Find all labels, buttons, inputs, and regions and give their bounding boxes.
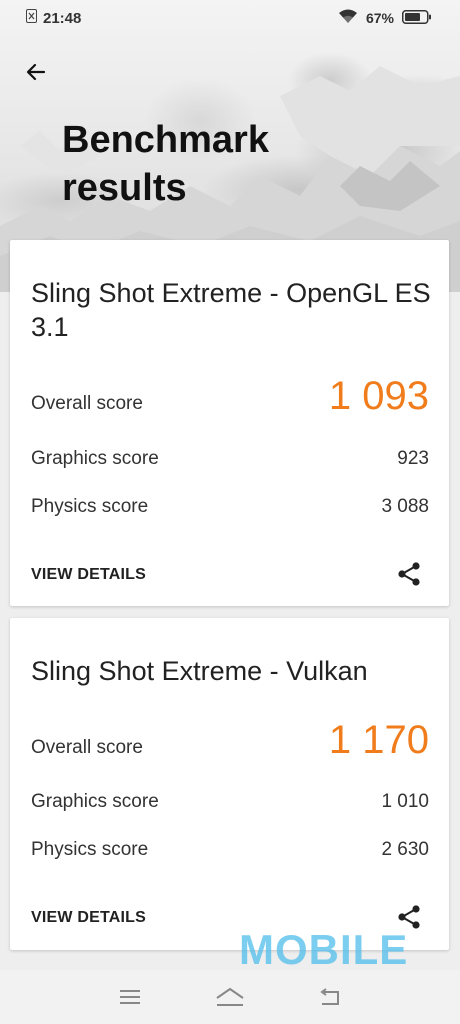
graphics-score-label: Graphics score [31,448,159,469]
graphics-score-value: 923 [397,448,429,469]
recents-icon [320,988,339,1005]
back-arrow-icon [26,63,46,81]
graphics-score-row: Graphics score 1 010 [31,791,429,813]
recents-button[interactable] [310,977,350,1017]
menu-button[interactable] [110,977,150,1017]
status-bar: 21:48 67% [0,0,460,36]
wifi-icon [338,9,358,27]
status-time: 21:48 [43,9,82,27]
view-details-button[interactable]: VIEW DETAILS [31,909,146,927]
graphics-score-value: 1 010 [381,791,429,812]
physics-score-label: Physics score [31,839,149,860]
overall-score-label: Overall score [31,393,143,414]
battery-icon [402,9,432,27]
page-title: Benchmark results [62,119,269,209]
status-left: 21:48 [26,9,81,27]
overall-score-value: 1 170 [328,718,429,762]
sim-icon [26,9,37,27]
home-button[interactable] [210,977,250,1017]
graphics-score-label: Graphics score [31,791,159,812]
battery-percent: 67% [365,10,394,26]
share-button[interactable] [395,560,423,588]
share-icon [398,562,420,586]
physics-score-row: Physics score 2 630 [31,839,429,861]
graphics-score-row: Graphics score 923 [31,448,429,470]
navigation-bar [0,970,460,1024]
card-title: Sling Shot Extreme - Vulkan [31,656,368,686]
physics-score-label: Physics score [31,496,149,517]
overall-score-label: Overall score [31,737,143,758]
physics-score-row: Physics score 3 088 [31,496,429,518]
home-icon [216,987,244,1006]
result-card-vulkan: Sling Shot Extreme - Vulkan Overall scor… [10,618,449,950]
status-right: 67% [338,9,432,27]
card-title: Sling Shot Extreme - OpenGL ES 3.1 [31,278,431,342]
watermark-logo: MOBILE [239,926,409,973]
overall-score-row: Overall score 1 093 [31,374,429,419]
physics-score-value: 2 630 [381,839,429,860]
view-details-button[interactable]: VIEW DETAILS [31,566,146,584]
result-card-opengl: Sling Shot Extreme - OpenGL ES 3.1 Overa… [10,240,449,606]
back-button[interactable] [20,56,52,88]
menu-icon [120,990,140,1004]
overall-score-value: 1 093 [328,374,429,418]
physics-score-value: 3 088 [381,496,429,517]
overall-score-row: Overall score 1 170 [31,718,429,763]
